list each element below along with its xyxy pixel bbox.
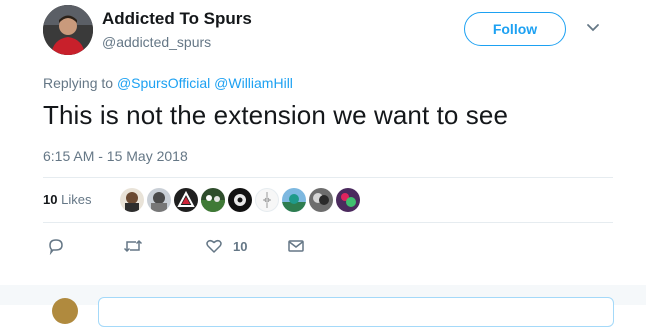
retweet-icon [123, 239, 143, 253]
liker-avatar[interactable] [120, 188, 144, 212]
heart-icon [206, 239, 222, 253]
reply-input[interactable] [98, 297, 614, 327]
divider-top [43, 177, 613, 178]
mention-williamhill[interactable]: @WilliamHill [214, 75, 293, 91]
like-button[interactable]: 10 [205, 236, 247, 256]
likes-stat[interactable]: 10 Likes [43, 192, 91, 207]
tweet-text: This is not the extension we want to see [43, 100, 509, 130]
replying-to: Replying to @SpursOfficial @WilliamHill [43, 75, 293, 91]
reply-button[interactable] [47, 236, 65, 256]
current-user-avatar [52, 298, 78, 324]
liker-avatar[interactable] [201, 188, 225, 212]
retweet-button[interactable] [123, 236, 143, 256]
tweet-timestamp[interactable]: 6:15 AM - 15 May 2018 [43, 148, 188, 164]
tweet-card: Addicted To Spurs @addicted_spurs Follow… [0, 0, 646, 327]
follow-button[interactable]: Follow [464, 12, 566, 46]
user-handle[interactable]: @addicted_spurs [102, 34, 211, 50]
liker-avatar[interactable] [174, 188, 198, 212]
profile-avatar[interactable] [43, 5, 93, 55]
chevron-down-icon[interactable] [586, 23, 600, 33]
tweet-actions: 10 [43, 236, 343, 256]
display-name[interactable]: Addicted To Spurs [102, 9, 252, 29]
like-count: 10 [233, 238, 248, 254]
dm-button[interactable] [287, 236, 305, 256]
liker-avatar[interactable] [255, 188, 279, 212]
replying-to-label: Replying to [43, 75, 114, 91]
envelope-icon [288, 240, 304, 252]
liker-avatar[interactable] [309, 188, 333, 212]
avatar-image [43, 5, 93, 55]
mention-spursofficial[interactable]: @SpursOfficial [117, 75, 210, 91]
liker-avatar[interactable] [282, 188, 306, 212]
liker-avatar[interactable] [228, 188, 252, 212]
divider-bottom [43, 222, 613, 223]
likes-count: 10 [43, 192, 58, 207]
liker-avatar[interactable] [336, 188, 360, 212]
liker-avatar[interactable] [147, 188, 171, 212]
likes-label: Likes [61, 192, 92, 207]
reply-icon [49, 239, 63, 255]
